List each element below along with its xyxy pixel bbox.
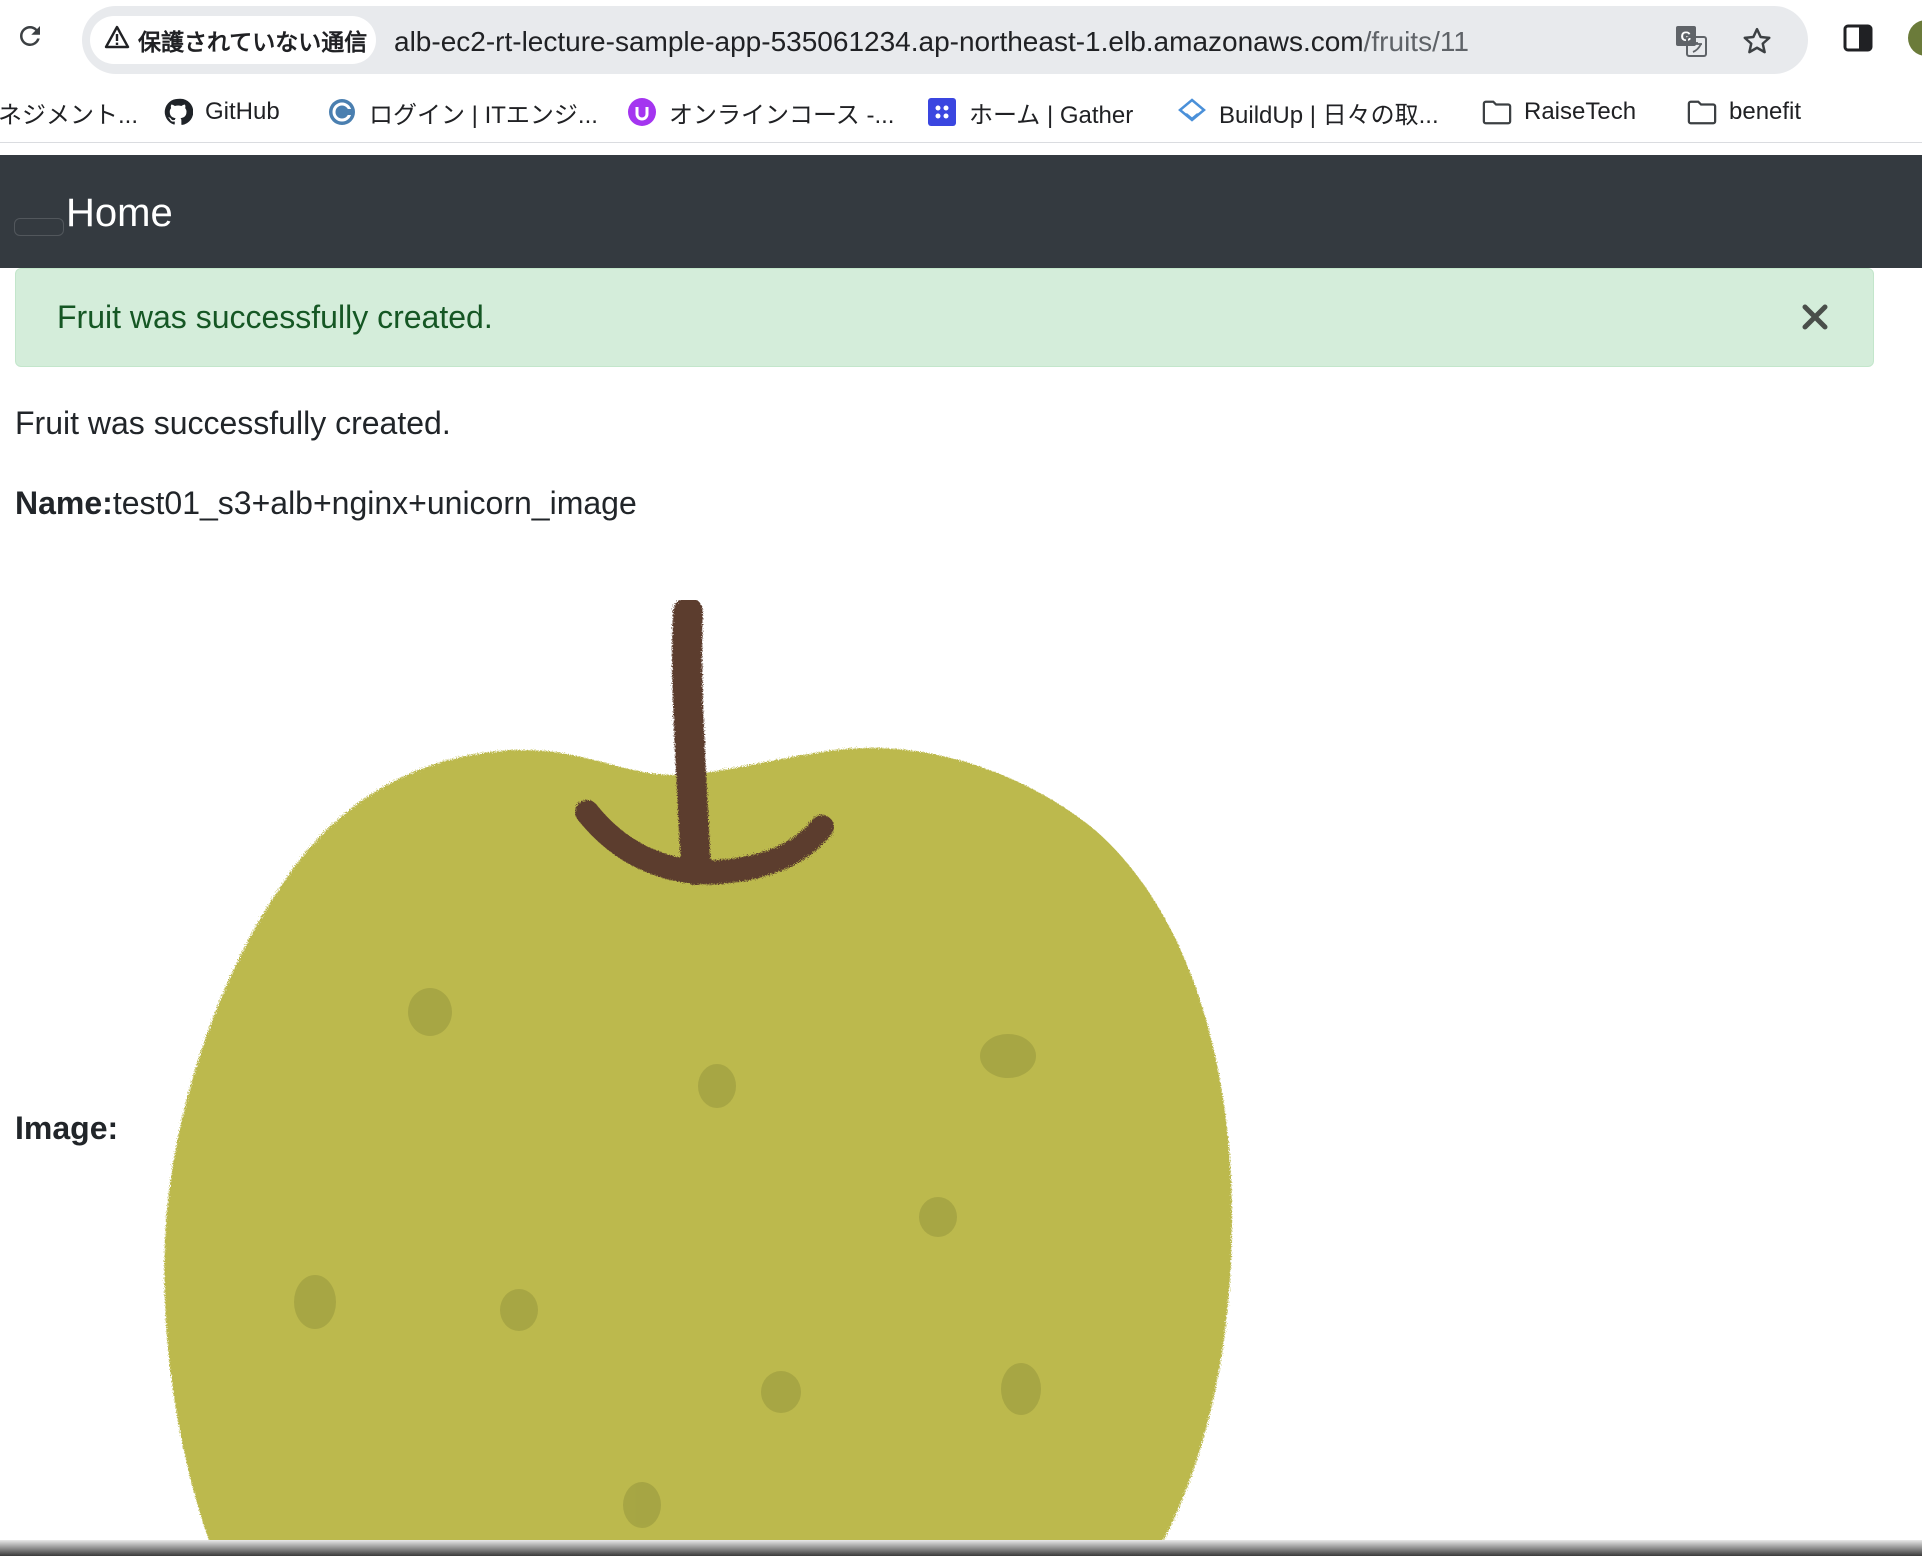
bookmark-item[interactable]: GitHub (163, 96, 280, 128)
reload-icon[interactable] (12, 18, 48, 54)
bookmark-label: benefit (1729, 98, 1802, 125)
profile-avatar[interactable] (1908, 20, 1922, 56)
folder-icon (1687, 97, 1717, 127)
warning-triangle-icon (104, 25, 130, 55)
fruit-name-row: Name:test01_s3+alb+nginx+unicorn_image (15, 485, 637, 522)
translate-icon[interactable]: G (1674, 24, 1708, 58)
address-bar[interactable]: 保護されていない通信 alb-ec2-rt-lecture-sample-app… (82, 6, 1808, 74)
security-label: 保護されていない通信 (138, 29, 368, 55)
navbar-brand-home[interactable]: Home (66, 191, 173, 236)
bookmark-label: オンラインコース -... (669, 101, 895, 129)
navbar-toggler[interactable] (14, 218, 64, 236)
site-icon (327, 97, 357, 127)
notice-text: Fruit was successfully created. (15, 405, 451, 441)
pear-image (155, 597, 1240, 1556)
bookmark-item[interactable]: BuildUp | 日々の取... (1177, 96, 1439, 129)
star-icon[interactable] (1740, 24, 1774, 58)
name-value: test01_s3+alb+nginx+unicorn_image (112, 485, 637, 521)
bookmark-item[interactable]: オンラインコース -... (627, 96, 895, 129)
buildup-icon (1177, 97, 1207, 127)
security-chip[interactable]: 保護されていない通信 (90, 16, 376, 64)
browser-toolbar: 保護されていない通信 alb-ec2-rt-lecture-sample-app… (0, 0, 1922, 80)
window-bottom-edge (0, 1540, 1922, 1556)
bookmarks-bar: ネジメント... GitHub ログイン | ITエンジ... オンラインコース… (0, 82, 1922, 143)
image-label: Image: (15, 1110, 119, 1146)
alert-message: Fruit was successfully created. (57, 299, 493, 335)
github-icon (163, 97, 193, 127)
bookmark-label: ホーム | Gather (969, 101, 1134, 129)
bookmark-item[interactable]: ログイン | ITエンジ... (327, 96, 598, 129)
gather-icon (927, 97, 957, 127)
udemy-icon (627, 97, 657, 127)
bookmark-label: BuildUp | 日々の取... (1219, 101, 1439, 129)
bookmark-item[interactable]: ホーム | Gather (927, 96, 1134, 129)
bookmark-folder[interactable]: RaiseTech (1482, 96, 1636, 128)
bookmark-label: ネジメント... (0, 101, 139, 129)
url-text[interactable]: alb-ec2-rt-lecture-sample-app-535061234.… (394, 26, 1469, 58)
success-alert: Fruit was successfully created. (15, 268, 1874, 367)
bookmark-label: ログイン | ITエンジ... (369, 101, 598, 129)
url-host: alb-ec2-rt-lecture-sample-app-535061234.… (394, 26, 1364, 57)
name-label: Name: (15, 485, 113, 521)
bookmark-label: RaiseTech (1524, 98, 1637, 125)
folder-icon (1482, 97, 1512, 127)
close-icon[interactable] (1797, 299, 1833, 335)
bookmark-item[interactable]: ネジメント... (0, 96, 139, 129)
bookmark-folder[interactable]: benefit (1687, 96, 1801, 128)
bookmark-label: GitHub (205, 98, 280, 125)
navbar: Home (0, 155, 1922, 268)
side-panel-icon[interactable] (1842, 22, 1874, 54)
url-path: /fruits/11 (1363, 26, 1469, 57)
